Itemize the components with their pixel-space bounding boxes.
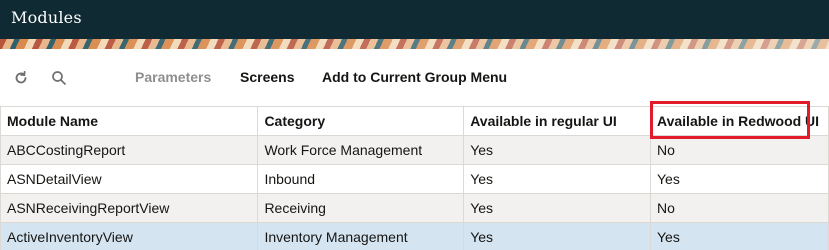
column-header-category[interactable]: Category: [257, 106, 465, 136]
cell-regular-ui: Yes: [463, 193, 651, 223]
add-to-group-menu-button[interactable]: Add to Current Group Menu: [322, 69, 507, 85]
cell-category: Receiving: [257, 193, 465, 223]
decorative-banner: [0, 39, 829, 49]
refresh-icon[interactable]: [11, 68, 31, 88]
toolbar: Parameters Screens Add to Current Group …: [0, 60, 829, 96]
cell-redwood-ui: Yes: [650, 222, 829, 250]
cell-redwood-ui: Yes: [650, 164, 829, 194]
cell-regular-ui: Yes: [463, 164, 651, 194]
screens-button[interactable]: Screens: [240, 69, 294, 85]
app-header: Modules: [0, 0, 829, 39]
cell-module-name: ASNDetailView: [0, 164, 259, 194]
cell-regular-ui: Yes: [463, 135, 651, 165]
parameters-button[interactable]: Parameters: [135, 69, 211, 85]
table-row[interactable]: ASNReceivingReportView Receiving Yes No: [0, 193, 829, 223]
column-header-regular-ui[interactable]: Available in regular UI: [463, 106, 651, 136]
cell-module-name: ActiveInventoryView: [0, 222, 259, 250]
cell-category: Inbound: [257, 164, 465, 194]
page-title: Modules: [11, 8, 82, 27]
search-icon[interactable]: [49, 68, 69, 88]
cell-redwood-ui: No: [650, 135, 829, 165]
table-row[interactable]: ASNDetailView Inbound Yes Yes: [0, 164, 829, 194]
cell-category: Work Force Management: [257, 135, 465, 165]
cell-regular-ui: Yes: [463, 222, 651, 250]
redwood-column-highlight: [650, 101, 810, 139]
cell-module-name: ABCCostingReport: [0, 135, 259, 165]
column-header-module-name[interactable]: Module Name: [0, 106, 259, 136]
cell-module-name: ASNReceivingReportView: [0, 193, 259, 223]
table-row[interactable]: ABCCostingReport Work Force Management Y…: [0, 135, 829, 165]
cell-category: Inventory Management: [257, 222, 465, 250]
cell-redwood-ui: No: [650, 193, 829, 223]
table-row-selected[interactable]: ActiveInventoryView Inventory Management…: [0, 222, 829, 250]
